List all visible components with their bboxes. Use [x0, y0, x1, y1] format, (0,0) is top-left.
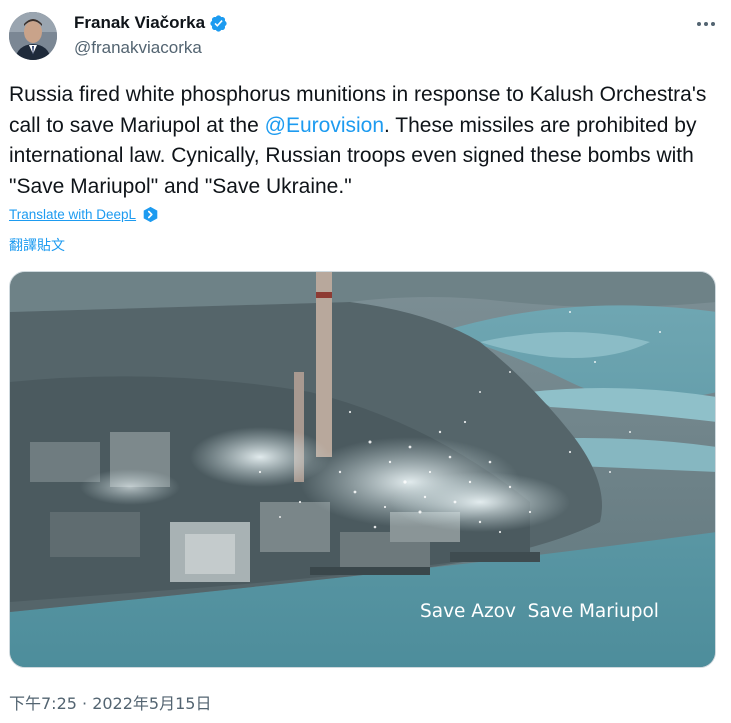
- media-caption-overlay: Save Azov Save Mariupol: [420, 601, 659, 622]
- tweet-timestamp[interactable]: 下午7:25 · 2022年5月15日: [9, 690, 211, 714]
- tweet-media-video[interactable]: Save Azov Save Mariupol: [9, 271, 716, 668]
- translate-deepl-link[interactable]: Translate with DeepL: [9, 207, 136, 222]
- tweet-text: Russia fired white phosphorus munitions …: [9, 80, 721, 202]
- mention-link[interactable]: @Eurovision: [265, 114, 384, 137]
- deepl-icon[interactable]: [142, 206, 159, 223]
- verified-badge-icon: [209, 14, 228, 33]
- author-avatar[interactable]: [9, 12, 57, 60]
- more-options-icon[interactable]: [694, 12, 718, 36]
- author-handle[interactable]: @franakviacorka: [74, 38, 202, 58]
- translate-post-link[interactable]: 翻譯貼文: [9, 235, 65, 255]
- translate-row: Translate with DeepL: [9, 206, 159, 223]
- author-display-name[interactable]: Franak Viačorka: [74, 13, 205, 33]
- author-name-row: Franak Viačorka: [74, 13, 228, 33]
- tweet-card: Franak Viačorka @franakviacorka Russia f…: [0, 0, 731, 723]
- avatar-photo-icon: [9, 12, 57, 60]
